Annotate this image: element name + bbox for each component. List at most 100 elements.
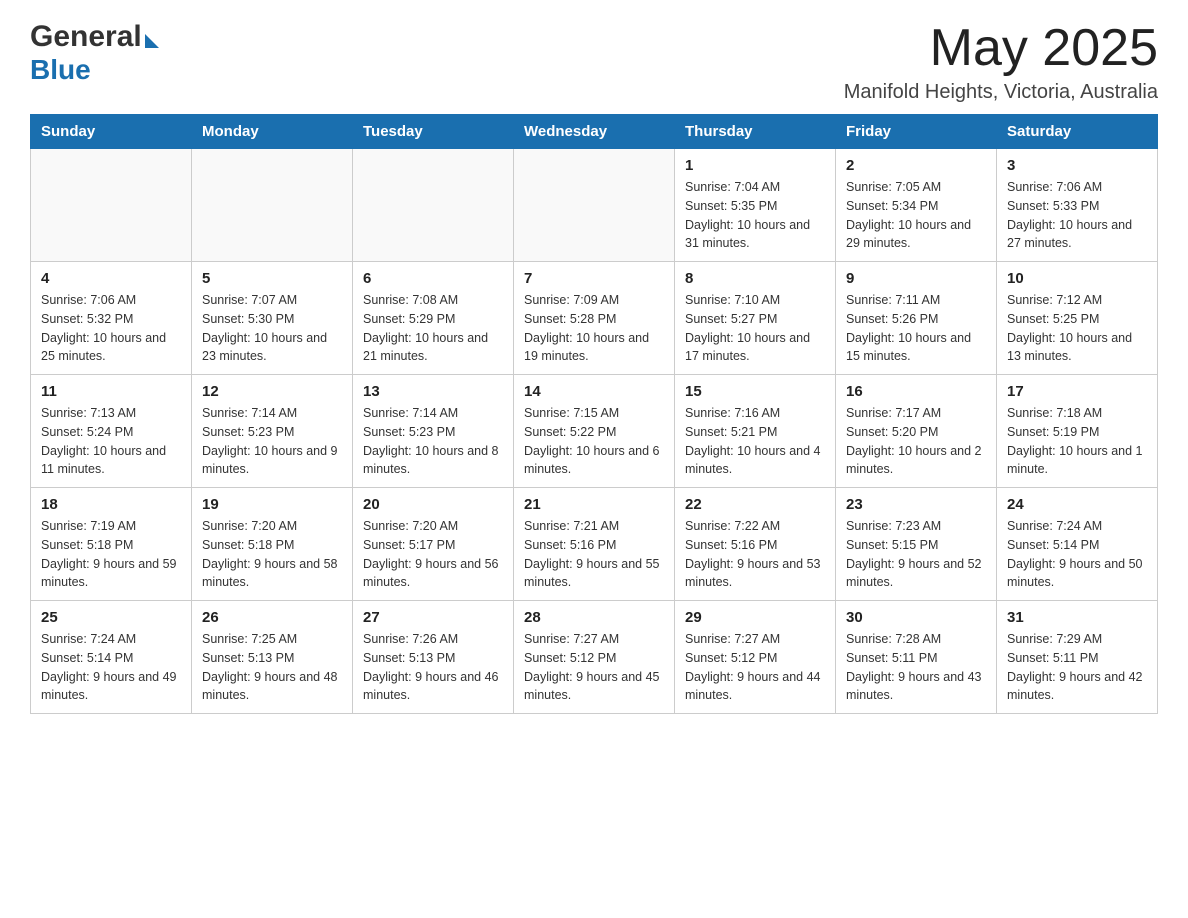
calendar-week-row: 18Sunrise: 7:19 AMSunset: 5:18 PMDayligh…	[31, 488, 1158, 601]
calendar-cell: 8Sunrise: 7:10 AMSunset: 5:27 PMDaylight…	[675, 262, 836, 375]
day-number: 7	[524, 270, 664, 287]
day-info: Sunrise: 7:08 AMSunset: 5:29 PMDaylight:…	[363, 291, 503, 366]
title-block: May 2025 Manifold Heights, Victoria, Aus…	[844, 20, 1158, 104]
day-number: 27	[363, 609, 503, 626]
day-number: 12	[202, 383, 342, 400]
calendar-cell: 1 Sunrise: 7:04 AMSunset: 5:35 PMDaylight…	[675, 149, 836, 262]
calendar-week-row: 25 Sunrise: 7:24 AMSunset: 5:14 PMDayligh…	[31, 601, 1158, 714]
calendar-cell	[514, 149, 675, 262]
day-number: 24	[1007, 496, 1147, 513]
day-info: Sunrise: 7:24 AMSunset: 5:14 PMDaylight:…	[1007, 517, 1147, 592]
day-info: Sunrise: 7:25 AMSunset: 5:13 PMDaylight:…	[202, 630, 342, 705]
day-info: Sunrise: 7:28 AMSunset: 5:11 PMDaylight:…	[846, 630, 986, 705]
calendar-header-wednesday: Wednesday	[514, 115, 675, 149]
day-info: Sunrise: 7:16 AMSunset: 5:21 PMDaylight:…	[685, 404, 825, 479]
calendar-header-monday: Monday	[192, 115, 353, 149]
day-number: 16	[846, 383, 986, 400]
calendar-cell: 28Sunrise: 7:27 AMSunset: 5:12 PMDayligh…	[514, 601, 675, 714]
day-number: 14	[524, 383, 664, 400]
day-number: 29	[685, 609, 825, 626]
day-info: Sunrise: 7:26 AMSunset: 5:13 PMDaylight:…	[363, 630, 503, 705]
day-info: Sunrise: 7:17 AMSunset: 5:20 PMDaylight:…	[846, 404, 986, 479]
day-info: Sunrise: 7:10 AMSunset: 5:27 PMDaylight:…	[685, 291, 825, 366]
day-info: Sunrise: 7:11 AMSunset: 5:26 PMDaylight:…	[846, 291, 986, 366]
calendar-cell: 26 Sunrise: 7:25 AMSunset: 5:13 PMDayligh…	[192, 601, 353, 714]
day-info: Sunrise: 7:19 AMSunset: 5:18 PMDaylight:…	[41, 517, 181, 592]
day-number: 9	[846, 270, 986, 287]
calendar-cell: 14 Sunrise: 7:15 AMSunset: 5:22 PMDayligh…	[514, 375, 675, 488]
day-info: Sunrise: 7:24 AMSunset: 5:14 PMDaylight:…	[41, 630, 181, 705]
calendar-header-row: SundayMondayTuesdayWednesdayThursdayFrid…	[31, 115, 1158, 149]
calendar-header-thursday: Thursday	[675, 115, 836, 149]
day-number: 2	[846, 157, 986, 174]
calendar-cell: 3 Sunrise: 7:06 AMSunset: 5:33 PMDaylight…	[997, 149, 1158, 262]
calendar-cell: 21 Sunrise: 7:21 AMSunset: 5:16 PMDayligh…	[514, 488, 675, 601]
day-number: 20	[363, 496, 503, 513]
calendar-cell: 5Sunrise: 7:07 AMSunset: 5:30 PMDaylight…	[192, 262, 353, 375]
calendar-cell: 24 Sunrise: 7:24 AMSunset: 5:14 PMDayligh…	[997, 488, 1158, 601]
calendar-cell: 11Sunrise: 7:13 AMSunset: 5:24 PMDayligh…	[31, 375, 192, 488]
calendar-cell: 27 Sunrise: 7:26 AMSunset: 5:13 PMDayligh…	[353, 601, 514, 714]
calendar-header-sunday: Sunday	[31, 115, 192, 149]
day-info: Sunrise: 7:15 AMSunset: 5:22 PMDaylight:…	[524, 404, 664, 479]
calendar-cell: 7Sunrise: 7:09 AMSunset: 5:28 PMDaylight…	[514, 262, 675, 375]
calendar-cell	[192, 149, 353, 262]
calendar-header-tuesday: Tuesday	[353, 115, 514, 149]
day-number: 26	[202, 609, 342, 626]
location-subtitle: Manifold Heights, Victoria, Australia	[844, 81, 1158, 104]
day-info: Sunrise: 7:14 AMSunset: 5:23 PMDaylight:…	[202, 404, 342, 479]
calendar-header-friday: Friday	[836, 115, 997, 149]
calendar-cell: 31 Sunrise: 7:29 AMSunset: 5:11 PMDayligh…	[997, 601, 1158, 714]
calendar-cell: 15 Sunrise: 7:16 AMSunset: 5:21 PMDayligh…	[675, 375, 836, 488]
calendar-cell: 6Sunrise: 7:08 AMSunset: 5:29 PMDaylight…	[353, 262, 514, 375]
day-info: Sunrise: 7:12 AMSunset: 5:25 PMDaylight:…	[1007, 291, 1147, 366]
logo-blue-text: Blue	[30, 54, 159, 86]
day-number: 3	[1007, 157, 1147, 174]
day-info: Sunrise: 7:20 AMSunset: 5:18 PMDaylight:…	[202, 517, 342, 592]
calendar-cell: 20 Sunrise: 7:20 AMSunset: 5:17 PMDayligh…	[353, 488, 514, 601]
day-info: Sunrise: 7:04 AMSunset: 5:35 PMDaylight:…	[685, 178, 825, 253]
calendar-cell: 19 Sunrise: 7:20 AMSunset: 5:18 PMDayligh…	[192, 488, 353, 601]
day-number: 15	[685, 383, 825, 400]
day-info: Sunrise: 7:21 AMSunset: 5:16 PMDaylight:…	[524, 517, 664, 592]
day-info: Sunrise: 7:20 AMSunset: 5:17 PMDaylight:…	[363, 517, 503, 592]
calendar-cell	[31, 149, 192, 262]
day-info: Sunrise: 7:29 AMSunset: 5:11 PMDaylight:…	[1007, 630, 1147, 705]
day-number: 23	[846, 496, 986, 513]
day-info: Sunrise: 7:14 AMSunset: 5:23 PMDaylight:…	[363, 404, 503, 479]
day-number: 22	[685, 496, 825, 513]
calendar-cell: 17 Sunrise: 7:18 AMSunset: 5:19 PMDayligh…	[997, 375, 1158, 488]
day-number: 21	[524, 496, 664, 513]
logo: General Blue	[30, 20, 159, 86]
calendar-cell: 29 Sunrise: 7:27 AMSunset: 5:12 PMDayligh…	[675, 601, 836, 714]
calendar-week-row: 11Sunrise: 7:13 AMSunset: 5:24 PMDayligh…	[31, 375, 1158, 488]
day-number: 17	[1007, 383, 1147, 400]
calendar-cell	[353, 149, 514, 262]
day-number: 10	[1007, 270, 1147, 287]
calendar-cell: 10 Sunrise: 7:12 AMSunset: 5:25 PMDayligh…	[997, 262, 1158, 375]
day-info: Sunrise: 7:06 AMSunset: 5:33 PMDaylight:…	[1007, 178, 1147, 253]
calendar-cell: 22 Sunrise: 7:22 AMSunset: 5:16 PMDayligh…	[675, 488, 836, 601]
day-number: 19	[202, 496, 342, 513]
calendar-cell: 4Sunrise: 7:06 AMSunset: 5:32 PMDaylight…	[31, 262, 192, 375]
day-number: 31	[1007, 609, 1147, 626]
calendar-cell: 13 Sunrise: 7:14 AMSunset: 5:23 PMDayligh…	[353, 375, 514, 488]
calendar-cell: 16 Sunrise: 7:17 AMSunset: 5:20 PMDayligh…	[836, 375, 997, 488]
calendar-cell: 12 Sunrise: 7:14 AMSunset: 5:23 PMDayligh…	[192, 375, 353, 488]
day-number: 13	[363, 383, 503, 400]
day-number: 5	[202, 270, 342, 287]
calendar-week-row: 1 Sunrise: 7:04 AMSunset: 5:35 PMDaylight…	[31, 149, 1158, 262]
day-info: Sunrise: 7:27 AMSunset: 5:12 PMDaylight:…	[524, 630, 664, 705]
day-number: 1	[685, 157, 825, 174]
month-title: May 2025	[844, 20, 1158, 77]
day-number: 25	[41, 609, 181, 626]
day-number: 11	[41, 383, 181, 400]
day-info: Sunrise: 7:23 AMSunset: 5:15 PMDaylight:…	[846, 517, 986, 592]
calendar-cell: 9 Sunrise: 7:11 AMSunset: 5:26 PMDaylight…	[836, 262, 997, 375]
day-info: Sunrise: 7:22 AMSunset: 5:16 PMDaylight:…	[685, 517, 825, 592]
day-info: Sunrise: 7:05 AMSunset: 5:34 PMDaylight:…	[846, 178, 986, 253]
day-number: 30	[846, 609, 986, 626]
page-header: General Blue May 2025 Manifold Heights, …	[30, 20, 1158, 104]
day-info: Sunrise: 7:18 AMSunset: 5:19 PMDaylight:…	[1007, 404, 1147, 479]
day-info: Sunrise: 7:27 AMSunset: 5:12 PMDaylight:…	[685, 630, 825, 705]
